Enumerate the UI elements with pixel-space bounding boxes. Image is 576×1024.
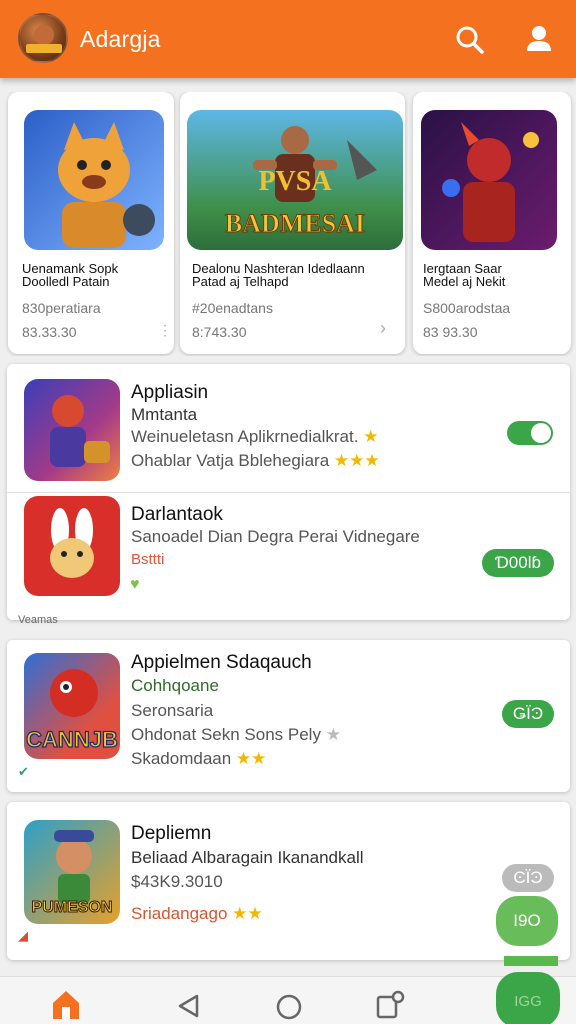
featured-card-2[interactable]: PVSA BADMESAI Dealonu Nashteran Idedlaann…: [180, 92, 405, 354]
tag-icon: ◢: [18, 928, 28, 943]
app-title: Adargja: [80, 26, 161, 52]
floating-action-button-2[interactable]: IGG: [496, 972, 560, 1024]
svg-text:CANNJB: CANNJB: [26, 727, 118, 752]
app-logo[interactable]: [18, 13, 68, 63]
app-line-3b: Seronsaria: [131, 701, 214, 720]
featured-price-3: 83 93.30: [423, 324, 478, 340]
action-button-2[interactable]: Ɗ00lɓ: [482, 549, 554, 577]
featured-title-2: Dealonu Nashteran Idedlaann Patad aj Telh…: [192, 261, 365, 289]
app-line-4a: Beliaad Albaragain Ikanandkall: [131, 848, 364, 867]
star-icon: ★: [363, 427, 379, 446]
more-icon[interactable]: ⋮: [158, 322, 172, 339]
chevron-right-icon[interactable]: ›: [380, 318, 386, 339]
app-icon-3: CANNJB: [24, 653, 120, 759]
app-line-3c: Ohdonat Sekn Sons Pely ★: [131, 725, 341, 744]
action-button-4[interactable]: ϾЇϿ: [502, 864, 554, 892]
star-icon: ★★: [232, 904, 263, 923]
app-title-4: Depliemn: [131, 823, 212, 844]
app-line-2a: Sanoadel Dian Degra Perai Vidnegare: [131, 527, 420, 546]
featured-subtitle-1: 830peratiara: [22, 300, 101, 316]
action-button-3[interactable]: ǤЇϿ: [502, 700, 554, 728]
featured-card-1[interactable]: Uenamank Sopk Doolledl Patain 830peratiar…: [8, 92, 174, 354]
featured-price-1: 83.33.30: [22, 324, 77, 340]
app-line-3d: Skadomdaan ★★: [131, 749, 267, 768]
star-icon: ★★★: [333, 451, 380, 470]
divider: [7, 492, 570, 493]
floating-action-button[interactable]: I9O: [496, 896, 558, 946]
svg-text:PVSA: PVSA: [258, 166, 332, 197]
featured-image-1: [24, 110, 164, 250]
app-title-1: Appliasin: [131, 382, 209, 403]
app-line-1b: Weinueletasn Aplikrnedialkrat. ★: [131, 427, 379, 446]
check-icon: ✔: [18, 764, 29, 779]
featured-subtitle-2: #20enadtans: [192, 300, 273, 316]
app-line-4b: $43K9.3010: [131, 872, 223, 891]
app-line-1c: Ohablar Vatja Bblehegiara ★★★: [131, 451, 380, 470]
app-icon-2: [24, 496, 120, 596]
app-line-2b: Bsttti: [131, 551, 165, 568]
featured-card-3[interactable]: Iergtaan Saar Medel aj Nekit S800arodstaa…: [413, 92, 571, 354]
app-line-3a: Cohhqoane: [131, 676, 219, 695]
toggle-switch[interactable]: [507, 421, 553, 445]
heart-icon: ♥: [130, 576, 140, 593]
fab-indicator: [504, 956, 558, 966]
featured-subtitle-3: S800arodstaa: [423, 300, 511, 316]
app-icon-4: PUMESON: [24, 820, 120, 924]
featured-price-2: 8:743.30: [192, 324, 247, 340]
banner-text: BADMESAI: [225, 209, 365, 238]
app-line-4c: Sriadangago ★★: [131, 904, 263, 923]
app-title-2: Darlantaok: [131, 504, 223, 525]
svg-text:PUMESON: PUMESON: [32, 899, 113, 916]
featured-image-3: [421, 110, 557, 250]
featured-title-3: Iergtaan Saar Medel aj Nekit: [423, 261, 506, 289]
featured-image-2: PVSA BADMESAI: [187, 110, 403, 250]
profile-button[interactable]: [522, 22, 556, 56]
app-title-3: Appielmen Sdaqauch: [131, 652, 312, 673]
app-line-1a: Mmtanta: [131, 405, 198, 424]
recents-icon[interactable]: [374, 989, 406, 1024]
app-bar: Adargja: [0, 0, 576, 78]
search-button[interactable]: [452, 22, 486, 56]
home-circle-icon[interactable]: [275, 993, 303, 1024]
home-icon[interactable]: [50, 989, 82, 1024]
star-icon: ★: [325, 725, 341, 744]
profile-icon: [527, 26, 551, 51]
star-icon: ★★: [235, 749, 267, 768]
app-icon-1: [24, 379, 120, 481]
bottom-navigation: [0, 976, 576, 1024]
featured-carousel[interactable]: Uenamank Sopk Doolledl Patain 830peratiar…: [0, 92, 576, 356]
back-icon[interactable]: [176, 993, 200, 1024]
search-icon: [456, 26, 484, 54]
side-label: Veamas: [18, 614, 58, 626]
